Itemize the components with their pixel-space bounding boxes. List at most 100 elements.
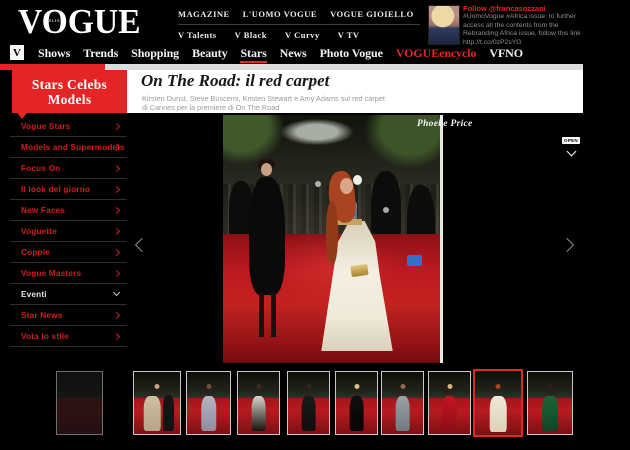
thumb-head	[206, 384, 211, 389]
vogue-logo[interactable]: VOGUE	[18, 2, 141, 42]
filmstrip-thumbnail-2[interactable]	[133, 371, 181, 435]
sidebar-item-label: New Faces	[21, 206, 65, 215]
twitter-follow-link[interactable]: Follow @francasozzani	[463, 4, 603, 13]
chevron-right-icon	[113, 228, 120, 235]
main-nav-item-stars[interactable]: Stars	[240, 46, 266, 63]
sidebar-item-voguette[interactable]: Voguette	[10, 221, 127, 242]
section-badge-stars-celebs-models[interactable]: Stars Celebs Models	[12, 70, 127, 113]
link-v-talents[interactable]: V Talents	[178, 30, 217, 40]
photo-foliage-left	[223, 115, 285, 165]
main-nav-item-photo-vogue[interactable]: Photo Vogue	[320, 46, 383, 63]
filmstrip-thumbnail-10[interactable]	[527, 371, 573, 435]
thumb-head	[496, 384, 501, 389]
filmstrip-thumbnail-9[interactable]	[473, 369, 523, 437]
filmstrip-thumbnail-5[interactable]	[287, 371, 330, 435]
badge-line1: Stars Celebs	[32, 77, 107, 92]
link-magazine[interactable]: MAGAZINE	[178, 9, 230, 19]
subtitle-line2: di Cannes per la premiere di On The Road	[142, 103, 385, 112]
main-nav-item-news[interactable]: News	[280, 46, 307, 63]
link-v-tv[interactable]: V TV	[338, 30, 360, 40]
sidebar-item-il-look-del-giorno[interactable]: Il look del giorno	[10, 179, 127, 200]
badge-line2: Models	[48, 92, 92, 107]
masthead-links-row2: V Talents V Black V Curvy V TV	[178, 24, 420, 43]
photo-gold-clutch	[350, 264, 368, 277]
main-nav-item-vogueencyclo[interactable]: VOGUEencyclo	[396, 46, 477, 63]
sidebar-item-label: Eventi	[21, 290, 47, 299]
filmstrip-thumbnail-6[interactable]	[335, 371, 378, 435]
sidebar-item-label: Vogue Stars	[21, 122, 70, 131]
filmstrip-thumbnail-8[interactable]	[428, 371, 471, 435]
filmstrip-thumbnail-4[interactable]	[237, 371, 280, 435]
photo-phoebe-head	[340, 178, 353, 194]
chevron-right-icon	[113, 123, 120, 130]
twitter-body: Follow @francasozzani #UomoVogue #Africa…	[463, 4, 603, 47]
tweet-text-line1: #UomoVogue #Africa issue: to further	[463, 13, 603, 22]
nav-item-label: Shows	[38, 46, 70, 60]
thumb-head	[447, 384, 452, 389]
thumb-figure	[301, 396, 316, 431]
filmstrip-thumbnail-1[interactable]	[56, 371, 103, 435]
filmstrip-thumbnail-3[interactable]	[186, 371, 231, 435]
thumbnail-filmstrip	[0, 368, 630, 442]
chevron-right-icon	[113, 270, 120, 277]
chevron-down-icon	[113, 289, 120, 296]
thumb-head	[256, 384, 261, 389]
filmstrip-thumbnail-7[interactable]	[381, 371, 424, 435]
thumb-head	[400, 384, 405, 389]
open-label: OPEN	[562, 137, 580, 144]
thumb-head	[155, 384, 160, 389]
photo-blue-stool	[407, 255, 422, 266]
link-luomo-vogue[interactable]: L'UOMO VOGUE	[243, 9, 317, 19]
main-nav-item-vfno[interactable]: VFNO	[489, 46, 523, 63]
thumb-figure	[490, 396, 507, 432]
photo-phoebe-fascinator	[353, 175, 362, 185]
prev-photo-button[interactable]	[135, 238, 149, 252]
chevron-right-icon	[113, 333, 120, 340]
next-photo-button[interactable]	[560, 238, 574, 252]
photo-shirt-highlight	[383, 207, 389, 213]
sidebar-item-vogue-stars[interactable]: Vogue Stars	[10, 116, 127, 137]
photo-caption: Phoebe Price	[417, 119, 473, 129]
sidebar-item-label: Il look del giorno	[21, 185, 90, 194]
nav-item-label: News	[280, 46, 307, 60]
sidebar-item-eventi[interactable]: Eventi	[10, 284, 127, 305]
gallery-photo[interactable]	[223, 115, 443, 363]
photo-leg	[259, 293, 264, 337]
nav-item-label: Trends	[83, 46, 118, 60]
sidebar-item-label: Vota lo stile	[21, 332, 69, 341]
sidebar-item-models-and-supermodels[interactable]: Models and Supermodels	[10, 137, 127, 158]
photo-leg	[271, 293, 276, 337]
nav-home-v[interactable]: V	[10, 45, 24, 60]
link-v-black[interactable]: V Black	[235, 30, 267, 40]
twitter-card: Follow @francasozzani #UomoVogue #Africa…	[428, 4, 603, 47]
sidebar-nav: Vogue Stars Models and Supermodels Focus…	[10, 116, 127, 347]
main-nav-item-trends[interactable]: Trends	[83, 46, 118, 63]
article-header-panel: On The Road: il red carpet Kirsten Dunst…	[127, 70, 583, 113]
nav-item-label: Shopping	[131, 46, 179, 60]
sidebar-item-vogue-masters[interactable]: Vogue Masters	[10, 263, 127, 284]
main-nav-items: Shows Trends Shopping Beauty Stars News Photo …	[38, 44, 523, 63]
twitter-avatar[interactable]	[428, 5, 460, 45]
main-nav-item-beauty[interactable]: Beauty	[192, 46, 227, 63]
sidebar-item-vota-lo-stile[interactable]: Vota lo stile	[10, 326, 127, 347]
thumb-figure	[442, 396, 457, 431]
main-nav-item-shopping[interactable]: Shopping	[131, 46, 179, 63]
sidebar-item-focus-on[interactable]: Focus On	[10, 158, 127, 179]
nav-item-label: Photo Vogue	[320, 46, 383, 60]
photo-shirt-highlight	[315, 181, 321, 187]
sidebar-item-label: Models and Supermodels	[21, 143, 125, 152]
sidebar-item-new-faces[interactable]: New Faces	[10, 200, 127, 221]
tweet-text-line2: access all the contents from the	[463, 22, 603, 31]
thumb-crowd	[57, 372, 102, 399]
sidebar-item-star-news[interactable]: Star News	[10, 305, 127, 326]
sidebar-item-label: Focus On	[21, 164, 60, 173]
sidebar-item-coppie[interactable]: Coppie	[10, 242, 127, 263]
masthead-links-row1: MAGAZINE L'UOMO VOGUE VOGUE GIOIELLO	[178, 6, 420, 22]
main-nav-item-shows[interactable]: Shows	[38, 46, 70, 63]
open-control[interactable]: OPEN	[560, 129, 582, 155]
link-vogue-gioiello[interactable]: VOGUE GIOIELLO	[330, 9, 414, 19]
thumb-head	[548, 384, 553, 389]
link-v-curvy[interactable]: V Curvy	[285, 30, 320, 40]
sidebar-item-label: Star News	[21, 311, 62, 320]
sidebar-item-label: Vogue Masters	[21, 269, 81, 278]
